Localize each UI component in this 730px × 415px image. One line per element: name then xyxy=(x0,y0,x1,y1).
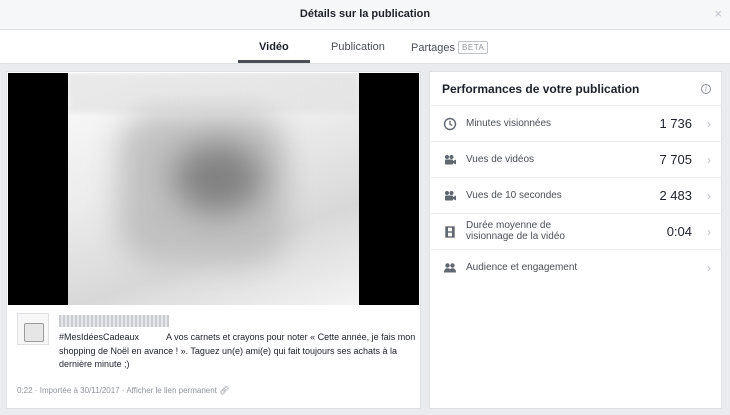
video-player[interactable] xyxy=(8,73,419,305)
video-card: #MesIdéesCadeaux A vos carnets et crayon… xyxy=(6,71,421,409)
meta-separator: · xyxy=(34,386,38,395)
chevron-right-icon: › xyxy=(707,153,711,167)
chevron-right-icon: › xyxy=(707,189,711,203)
import-date: Importée à 30/11/2017 xyxy=(39,386,120,395)
metric-video-views[interactable]: Vues de vidéos 7 705 › xyxy=(431,141,722,177)
metric-avg-watch-time[interactable]: Durée moyenne de visionnage de la vidéo … xyxy=(431,213,722,249)
metric-value: 0:04 xyxy=(666,224,692,239)
close-icon[interactable]: × xyxy=(714,6,722,22)
tab-bar: Vidéo Publication Partages BETA xyxy=(0,30,730,64)
film-icon xyxy=(445,226,455,238)
metric-label: Audience et engagement xyxy=(466,262,578,273)
active-tab-indicator xyxy=(238,60,310,63)
metric-audience-engagement[interactable]: Audience et engagement › xyxy=(431,249,722,285)
metric-label: Vues de vidéos xyxy=(466,154,535,165)
clock-icon xyxy=(443,117,457,131)
thumbnail-image xyxy=(24,323,44,342)
permalink-label: Afficher le lien permanent xyxy=(126,386,217,395)
info-icon[interactable]: i xyxy=(701,84,711,94)
post-thumbnail[interactable] xyxy=(17,313,49,345)
performance-title: Performances de votre publication xyxy=(442,82,640,96)
metric-minutes-viewed[interactable]: Minutes visionnées 1 736 › xyxy=(431,105,722,141)
tab-video[interactable]: Vidéo xyxy=(259,41,289,53)
metric-label: Vues de 10 secondes xyxy=(466,190,562,201)
chevron-right-icon: › xyxy=(707,225,711,239)
metric-value: 7 705 xyxy=(659,152,692,167)
tab-publication[interactable]: Publication xyxy=(331,41,385,53)
post-meta: 0:22 · Importée à 30/11/2017 · Afficher … xyxy=(17,386,229,395)
page-name-redacted xyxy=(59,315,169,327)
video-frame xyxy=(68,73,359,305)
metric-label: Durée moyenne de visionnage de la vidéo xyxy=(466,220,565,242)
people-icon xyxy=(444,263,456,273)
metric-10s-views[interactable]: Vues de 10 secondes 2 483 › xyxy=(431,177,722,213)
metric-value: 2 483 xyxy=(659,188,692,203)
metric-value: 1 736 xyxy=(659,116,692,131)
performance-card: Performances de votre publication i Minu… xyxy=(429,71,722,409)
beta-badge: BETA xyxy=(458,41,489,54)
meta-separator: · xyxy=(121,386,125,395)
dialog-title: Détails sur la publication xyxy=(299,8,431,20)
link-icon: 🔗︎ xyxy=(219,386,230,395)
chevron-right-icon: › xyxy=(707,261,711,275)
permalink-link[interactable]: Afficher le lien permanent 🔗︎ xyxy=(126,386,229,395)
video-camera-icon xyxy=(445,191,456,201)
metric-label: Minutes visionnées xyxy=(466,118,552,129)
video-camera-icon xyxy=(445,155,456,165)
tab-partages[interactable]: Partages BETA xyxy=(411,41,489,54)
tab-partages-label: Partages xyxy=(411,42,456,54)
dialog-header: Détails sur la publication × xyxy=(0,0,730,30)
chevron-right-icon: › xyxy=(707,117,711,131)
video-duration: 0:22 xyxy=(17,386,33,395)
post-text: #MesIdéesCadeaux A vos carnets et crayon… xyxy=(59,332,418,369)
